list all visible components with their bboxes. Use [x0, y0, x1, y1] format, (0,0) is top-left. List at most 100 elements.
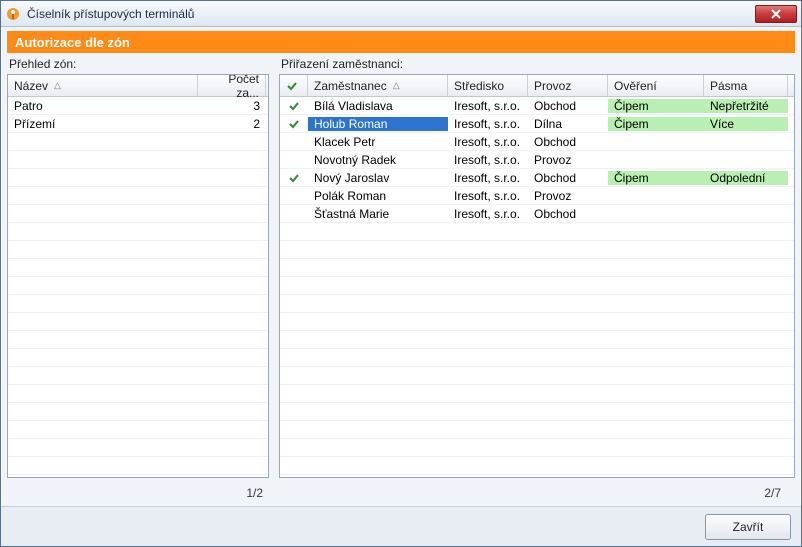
employee-name-cell: Bílá Vladislava	[308, 99, 448, 113]
band-cell: Nepřetržité	[704, 99, 788, 113]
zones-caption: Přehled zón:	[7, 55, 269, 74]
table-row	[8, 169, 268, 187]
table-row	[280, 277, 794, 295]
table-row	[280, 439, 794, 457]
table-row[interactable]: Klacek PetrIresoft, s.r.o.Obchod	[280, 133, 794, 151]
employees-col-center[interactable]: Středisko	[448, 75, 528, 96]
table-row	[280, 475, 794, 477]
content-body: Přehled zón: Název △ Počet za... Patro3P…	[1, 55, 801, 482]
table-row	[8, 241, 268, 259]
table-row	[280, 349, 794, 367]
table-row	[280, 421, 794, 439]
operation-cell: Dílna	[528, 117, 608, 131]
employees-col-auth[interactable]: Ověření	[608, 75, 704, 96]
table-row	[280, 295, 794, 313]
table-row	[8, 439, 268, 457]
table-row	[8, 205, 268, 223]
check-icon	[288, 118, 300, 130]
operation-cell: Provoz	[528, 189, 608, 203]
table-row	[8, 385, 268, 403]
app-icon	[5, 6, 21, 22]
table-row	[280, 313, 794, 331]
table-row	[8, 403, 268, 421]
operation-cell: Obchod	[528, 207, 608, 221]
close-button[interactable]: Zavřít	[705, 514, 791, 540]
table-row	[280, 367, 794, 385]
table-row	[8, 133, 268, 151]
table-row[interactable]: Patro3	[8, 97, 268, 115]
check-icon	[286, 80, 298, 92]
table-row	[8, 295, 268, 313]
employees-grid-body[interactable]: Bílá VladislavaIresoft, s.r.o.ObchodČipe…	[280, 97, 794, 477]
employees-col-band[interactable]: Pásma	[704, 75, 788, 96]
table-row	[8, 457, 268, 475]
zones-grid: Název △ Počet za... Patro3Přízemí2	[7, 74, 269, 478]
table-row[interactable]: Nový JaroslavIresoft, s.r.o.ObchodČipemO…	[280, 169, 794, 187]
zones-col-name[interactable]: Název △	[8, 75, 198, 96]
table-row	[280, 259, 794, 277]
table-row[interactable]: Holub RomanIresoft, s.r.o.DílnaČipemVíce	[280, 115, 794, 133]
table-row[interactable]: Novotný RadekIresoft, s.r.o.Provoz	[280, 151, 794, 169]
table-row	[8, 331, 268, 349]
zones-pager: 1/2	[11, 486, 273, 500]
table-row	[8, 475, 268, 477]
row-check-cell[interactable]	[280, 172, 308, 184]
auth-cell: Čipem	[608, 99, 704, 113]
employees-col-check[interactable]	[280, 75, 308, 96]
employee-name-cell: Holub Roman	[308, 117, 448, 131]
table-row[interactable]: Šťastná MarieIresoft, s.r.o.Obchod	[280, 205, 794, 223]
table-row[interactable]: Přízemí2	[8, 115, 268, 133]
center-cell: Iresoft, s.r.o.	[448, 207, 528, 221]
section-header: Autorizace dle zón	[7, 31, 795, 53]
center-cell: Iresoft, s.r.o.	[448, 99, 528, 113]
table-row	[280, 457, 794, 475]
check-icon	[288, 172, 300, 184]
center-cell: Iresoft, s.r.o.	[448, 135, 528, 149]
sort-asc-icon: △	[393, 80, 400, 91]
table-row	[8, 151, 268, 169]
employee-name-cell: Šťastná Marie	[308, 207, 448, 221]
table-row	[280, 223, 794, 241]
center-cell: Iresoft, s.r.o.	[448, 189, 528, 203]
window-close-button[interactable]	[755, 5, 797, 23]
table-row	[8, 349, 268, 367]
title-bar: Číselník přístupových terminálů	[1, 1, 801, 27]
check-icon	[288, 100, 300, 112]
table-row	[8, 367, 268, 385]
band-cell: Odpolední	[704, 171, 788, 185]
close-icon	[770, 9, 782, 19]
zone-count-cell: 3	[198, 99, 266, 113]
zones-panel: Přehled zón: Název △ Počet za... Patro3P…	[7, 55, 269, 478]
employees-col-operation[interactable]: Provoz	[528, 75, 608, 96]
table-row	[280, 241, 794, 259]
employees-col-name[interactable]: Zaměstnanec △	[308, 75, 448, 96]
pager-bar: 1/2 2/7	[1, 482, 801, 506]
zones-grid-body[interactable]: Patro3Přízemí2	[8, 97, 268, 477]
button-bar: Zavřít	[1, 506, 801, 546]
employees-pager: 2/7	[273, 486, 791, 500]
operation-cell: Obchod	[528, 171, 608, 185]
table-row[interactable]: Bílá VladislavaIresoft, s.r.o.ObchodČipe…	[280, 97, 794, 115]
employees-grid-header: Zaměstnanec △ Středisko Provoz Ověření P…	[280, 75, 794, 97]
row-check-cell[interactable]	[280, 100, 308, 112]
table-row	[280, 331, 794, 349]
table-row	[8, 187, 268, 205]
table-row	[8, 259, 268, 277]
zone-name-cell: Přízemí	[8, 117, 198, 131]
table-row	[280, 385, 794, 403]
window-title: Číselník přístupových terminálů	[27, 7, 755, 21]
table-row	[8, 313, 268, 331]
employee-name-cell: Klacek Petr	[308, 135, 448, 149]
zones-col-count[interactable]: Počet za...	[198, 75, 266, 96]
section-title: Autorizace dle zón	[15, 35, 130, 50]
row-check-cell[interactable]	[280, 118, 308, 130]
employee-name-cell: Polák Roman	[308, 189, 448, 203]
zones-grid-header: Název △ Počet za...	[8, 75, 268, 97]
table-row	[8, 421, 268, 439]
table-row	[280, 403, 794, 421]
center-cell: Iresoft, s.r.o.	[448, 153, 528, 167]
table-row[interactable]: Polák RomanIresoft, s.r.o.Provoz	[280, 187, 794, 205]
zone-count-cell: 2	[198, 117, 266, 131]
app-window: Číselník přístupových terminálů Autoriza…	[0, 0, 802, 547]
auth-cell: Čipem	[608, 117, 704, 131]
